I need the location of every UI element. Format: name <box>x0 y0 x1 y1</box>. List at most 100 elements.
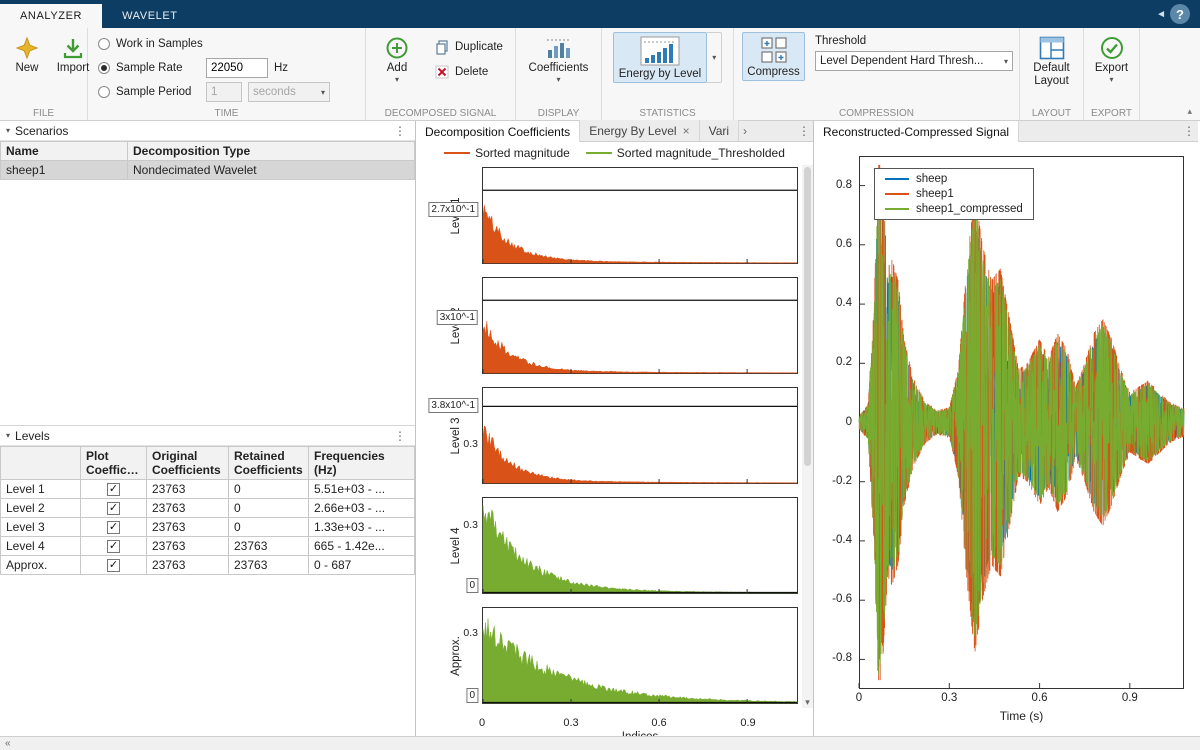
legend-item: Sorted magnitude_Thresholded <box>586 146 785 160</box>
retained-coefficients-cell: 0 <box>229 480 309 499</box>
sample-period-radio[interactable] <box>98 86 110 98</box>
coefficients-panel-menu-icon[interactable]: ⋮ <box>795 124 813 138</box>
signal-legend: sheepsheep1sheep1_compressed <box>874 168 1034 220</box>
compress-button[interactable]: Compress <box>742 32 805 81</box>
energy-by-level-button[interactable]: Energy by Level <box>613 32 707 83</box>
retained-coefficients-cell: 23763 <box>229 537 309 556</box>
scrollbar-thumb[interactable] <box>804 167 811 466</box>
plot-coefficients-cell: ✓ <box>81 480 147 499</box>
status-bar: « <box>0 736 1200 750</box>
coefficients-button-label: Coefficients <box>529 62 589 75</box>
legend-label: sheep1_compressed <box>916 203 1023 215</box>
signal-panel-menu-icon[interactable]: ⋮ <box>1180 124 1198 138</box>
scenarios-header-row: Name Decomposition Type <box>1 142 415 161</box>
tab-reconstructed-signal[interactable]: Reconstructed-Compressed Signal <box>814 120 1019 142</box>
threshold-value-box[interactable]: 0 <box>466 688 478 703</box>
level-row[interactable]: Approx.✓23763237630 - 687 <box>1 556 415 575</box>
column-header-decomposition-type[interactable]: Decomposition Type <box>128 142 415 161</box>
plot-coefficients-checkbox[interactable]: ✓ <box>107 521 120 534</box>
threshold-value-box[interactable]: 3.8x10^-1 <box>428 398 478 413</box>
level-row[interactable]: Level 3✓2376301.33e+03 - ... <box>1 518 415 537</box>
legend-label: Sorted magnitude_Thresholded <box>617 146 785 160</box>
level-row[interactable]: Level 4✓2376323763665 - 1.42e... <box>1 537 415 556</box>
scenarios-table-body: sheep1Nondecimated Wavelet <box>1 161 415 180</box>
duplicate-button-label: Duplicate <box>455 41 503 53</box>
scrollbar-down-icon[interactable]: ▾ <box>802 697 813 708</box>
column-header-original-coefficients[interactable]: Original Coefficients <box>147 447 229 480</box>
coefficients-button[interactable]: Coefficients ▾ <box>523 32 595 86</box>
signal-panel: Reconstructed-Compressed Signal ⋮ 0.80.6… <box>814 121 1198 736</box>
subplot-chart-svg <box>482 607 798 704</box>
default-layout-icon <box>1039 36 1065 60</box>
tab-decomposition-coefficients[interactable]: Decomposition Coefficients <box>416 120 580 142</box>
column-header-frequencies[interactable]: Frequencies (Hz) <box>309 447 415 480</box>
default-layout-button[interactable]: Default Layout <box>1026 32 1077 90</box>
column-header-retained-coefficients[interactable]: Retained Coefficients <box>229 447 309 480</box>
chevron-down-icon: ▾ <box>556 76 560 84</box>
scenarios-section: ▾ Scenarios ⋮ Name Decomposition Type sh… <box>0 121 415 425</box>
plot-coefficients-checkbox[interactable]: ✓ <box>107 559 120 572</box>
tab-energy-by-level[interactable]: Energy By Level × <box>580 120 699 141</box>
vertical-scrollbar[interactable]: ▾ <box>802 165 813 708</box>
levels-header: ▾ Levels ⋮ <box>0 426 415 446</box>
level-name-cell: Approx. <box>1 556 81 575</box>
plot-coefficients-checkbox[interactable]: ✓ <box>107 540 120 553</box>
column-header-plot-coefficients[interactable]: Plot Coefficients <box>81 447 147 480</box>
duplicate-icon <box>434 39 450 55</box>
tab-overflow-icon[interactable]: › <box>739 124 751 138</box>
chevron-down-icon: ▾ <box>395 76 399 84</box>
x-tick-label: 0.9 <box>740 717 755 729</box>
chevron-down-icon: ▾ <box>1109 76 1113 84</box>
original-coefficients-cell: 23763 <box>147 480 229 499</box>
sample-period-input[interactable] <box>206 82 242 102</box>
add-button[interactable]: Add ▾ <box>376 32 418 86</box>
levels-section: ▾ Levels ⋮ Plot Coefficients Original Co… <box>0 425 415 736</box>
y-tick-label: 0.6 <box>814 238 852 250</box>
energy-by-level-dropdown[interactable]: ▾ <box>707 32 722 83</box>
minimize-ribbon-icon[interactable]: ▴ <box>1187 106 1192 117</box>
threshold-value-box[interactable]: 3x10^-1 <box>437 310 478 325</box>
help-button[interactable]: ? <box>1170 4 1190 24</box>
close-tab-icon[interactable]: × <box>683 125 690 137</box>
levels-header-row: Plot Coefficients Original Coefficients … <box>1 447 415 480</box>
levels-menu-icon[interactable]: ⋮ <box>391 429 409 443</box>
plot-coefficients-cell: ✓ <box>81 537 147 556</box>
subplot-ylabel: Level 4 <box>450 527 462 564</box>
collapse-panel-icon[interactable]: « <box>5 738 11 749</box>
collapse-arrow-icon[interactable]: ▾ <box>6 431 10 440</box>
tab-variance[interactable]: Vari <box>700 120 739 141</box>
frequencies-cell: 5.51e+03 - ... <box>309 480 415 499</box>
collapse-arrow-icon[interactable]: ▾ <box>6 126 10 135</box>
level-row[interactable]: Level 1✓2376305.51e+03 - ... <box>1 480 415 499</box>
tab-analyzer[interactable]: ANALYZER <box>0 4 102 28</box>
subplot-chart-svg <box>482 387 798 484</box>
scenarios-menu-icon[interactable]: ⋮ <box>391 124 409 138</box>
plot-coefficients-checkbox[interactable]: ✓ <box>107 483 120 496</box>
coefficients-plots: Level 12.7x10^-1Level 23x10^-1Level 33.8… <box>416 164 813 743</box>
x-tick-label: 0.3 <box>563 717 578 729</box>
threshold-value-box[interactable]: 2.7x10^-1 <box>428 202 478 217</box>
sample-rate-input[interactable] <box>206 58 268 78</box>
export-check-icon <box>1100 36 1124 60</box>
delete-button[interactable]: Delete <box>430 63 507 81</box>
scenario-row[interactable]: sheep1Nondecimated Wavelet <box>1 161 415 180</box>
section-label-statistics: STATISTICS <box>602 108 733 119</box>
plot-coefficients-checkbox[interactable]: ✓ <box>107 502 120 515</box>
column-header-name[interactable]: Name <box>1 142 128 161</box>
threshold-value-box[interactable]: 0 <box>466 578 478 593</box>
level-row[interactable]: Level 2✓2376302.66e+03 - ... <box>1 499 415 518</box>
scenario-type-cell: Nondecimated Wavelet <box>128 161 415 180</box>
period-unit-select[interactable]: seconds ▾ <box>248 82 330 102</box>
x-tick-label: 0 <box>844 692 874 704</box>
new-button[interactable]: New <box>6 32 48 77</box>
import-button-label: Import <box>57 62 90 75</box>
duplicate-button[interactable]: Duplicate <box>430 38 507 56</box>
original-coefficients-cell: 23763 <box>147 518 229 537</box>
column-header-blank[interactable] <box>1 447 81 480</box>
work-in-samples-radio[interactable] <box>98 38 110 50</box>
original-coefficients-cell: 23763 <box>147 499 229 518</box>
tab-wavelet[interactable]: WAVELET <box>102 4 198 28</box>
sample-rate-radio[interactable] <box>98 62 110 74</box>
export-button[interactable]: Export ▾ <box>1090 32 1133 86</box>
threshold-select[interactable]: Level Dependent Hard Thresh... ▾ <box>815 51 1013 71</box>
